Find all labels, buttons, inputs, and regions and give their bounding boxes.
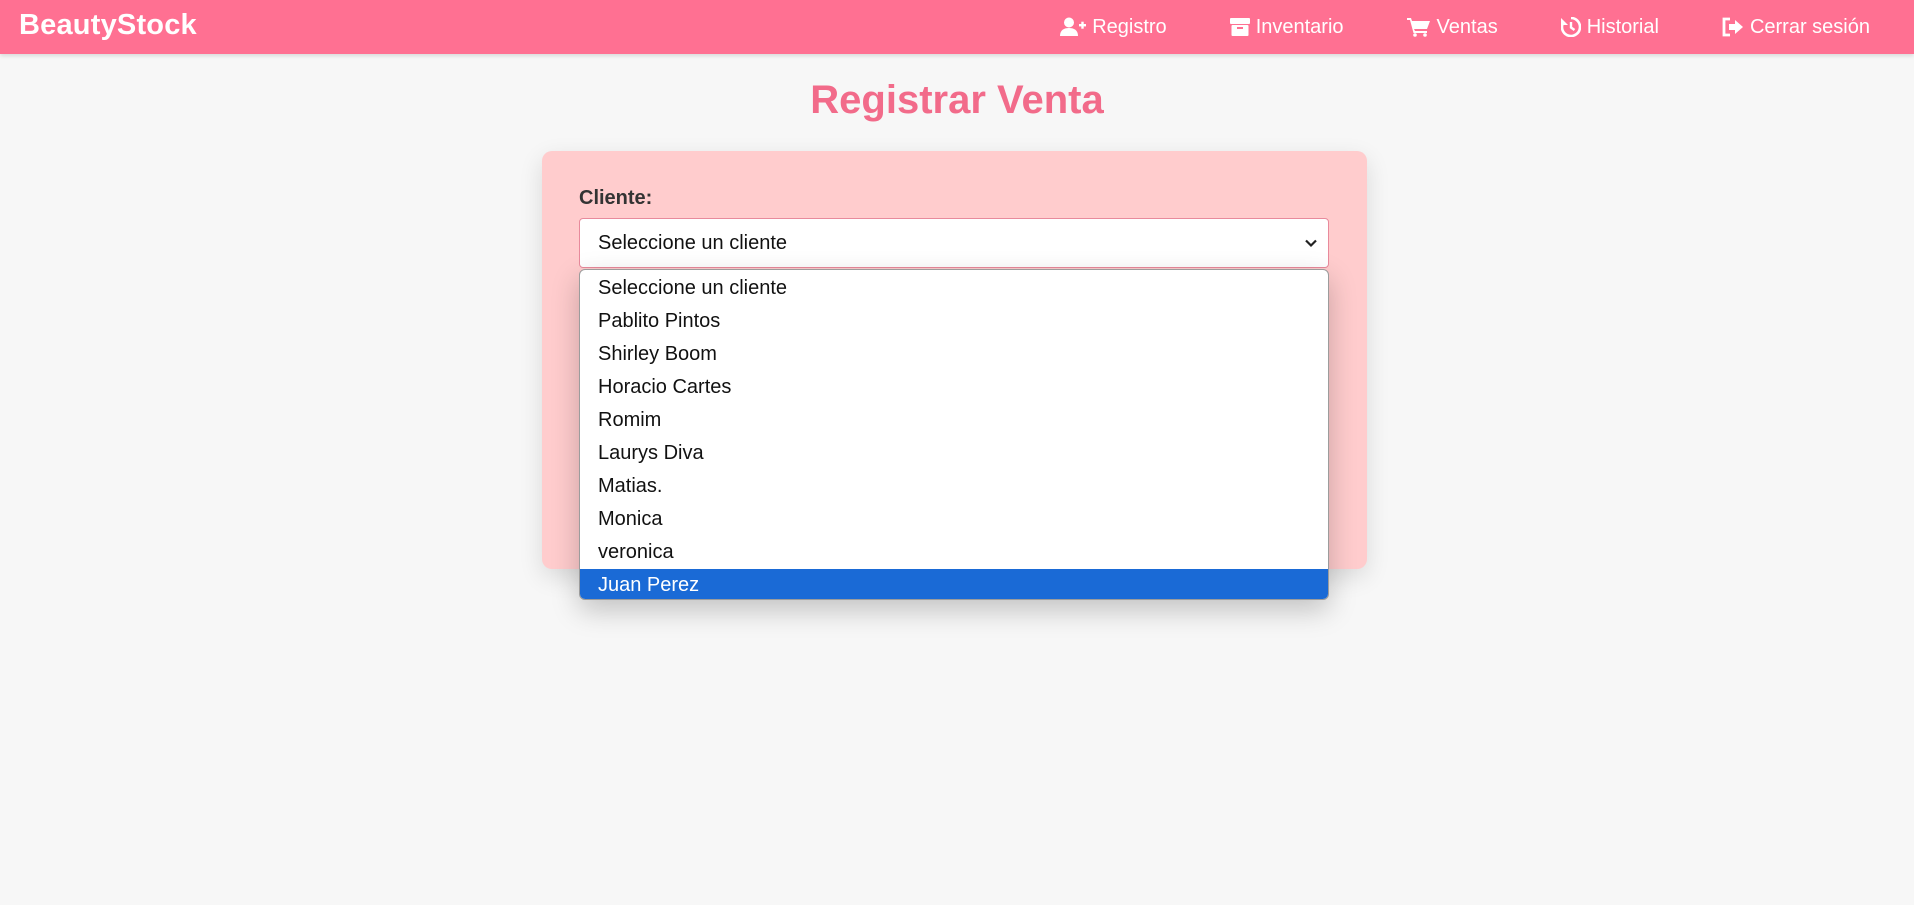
client-select[interactable]: Seleccione un cliente bbox=[579, 218, 1329, 268]
nav-item-historial[interactable]: Historial bbox=[1560, 15, 1659, 39]
sign-out-icon bbox=[1722, 17, 1743, 37]
page-title: Registrar Venta bbox=[810, 78, 1104, 122]
nav-item-label: Ventas bbox=[1436, 15, 1498, 38]
dropdown-option[interactable]: Laurys Diva bbox=[580, 437, 1328, 470]
nav-item-registro[interactable]: Registro bbox=[1060, 15, 1167, 39]
nav-item-inventario[interactable]: Inventario bbox=[1229, 15, 1344, 39]
nav-item-label: Inventario bbox=[1255, 15, 1344, 38]
chevron-down-icon bbox=[1305, 239, 1317, 248]
nav-item-label: Historial bbox=[1586, 15, 1659, 38]
nav-item-cerrar-sesion[interactable]: Cerrar sesión bbox=[1722, 16, 1870, 39]
navbar: BeautyStock Registro Inventario Ventas H… bbox=[0, 0, 1914, 54]
brand-logo[interactable]: BeautyStock bbox=[19, 9, 197, 42]
nav-item-label: Cerrar sesión bbox=[1749, 15, 1870, 38]
client-select-value: Seleccione un cliente bbox=[598, 231, 788, 254]
nav-item-ventas[interactable]: Ventas bbox=[1406, 15, 1498, 39]
dropdown-option[interactable]: Romim bbox=[580, 404, 1328, 437]
dropdown-option[interactable]: Matias. bbox=[580, 470, 1328, 503]
dropdown-option-highlighted[interactable]: Juan Perez bbox=[580, 569, 1328, 599]
cart-icon bbox=[1406, 18, 1430, 37]
dropdown-option[interactable]: Seleccione un cliente bbox=[580, 272, 1328, 305]
box-icon bbox=[1229, 18, 1250, 36]
nav-item-label: Registro bbox=[1092, 15, 1167, 38]
nav-links: Registro Inventario Ventas Historial Cer… bbox=[1060, 0, 1914, 54]
history-icon bbox=[1560, 17, 1581, 37]
dropdown-option[interactable]: Horacio Cartes bbox=[580, 371, 1328, 404]
dropdown-option[interactable]: Pablito Pintos bbox=[580, 305, 1328, 338]
dropdown-option[interactable]: Monica bbox=[580, 503, 1328, 536]
client-label: Cliente: bbox=[579, 187, 653, 209]
dropdown-option[interactable]: Shirley Boom bbox=[580, 338, 1328, 371]
dropdown-option[interactable]: veronica bbox=[580, 536, 1328, 569]
client-dropdown-list: Seleccione un cliente Pablito Pintos Shi… bbox=[579, 269, 1329, 600]
user-plus-icon bbox=[1060, 17, 1087, 36]
